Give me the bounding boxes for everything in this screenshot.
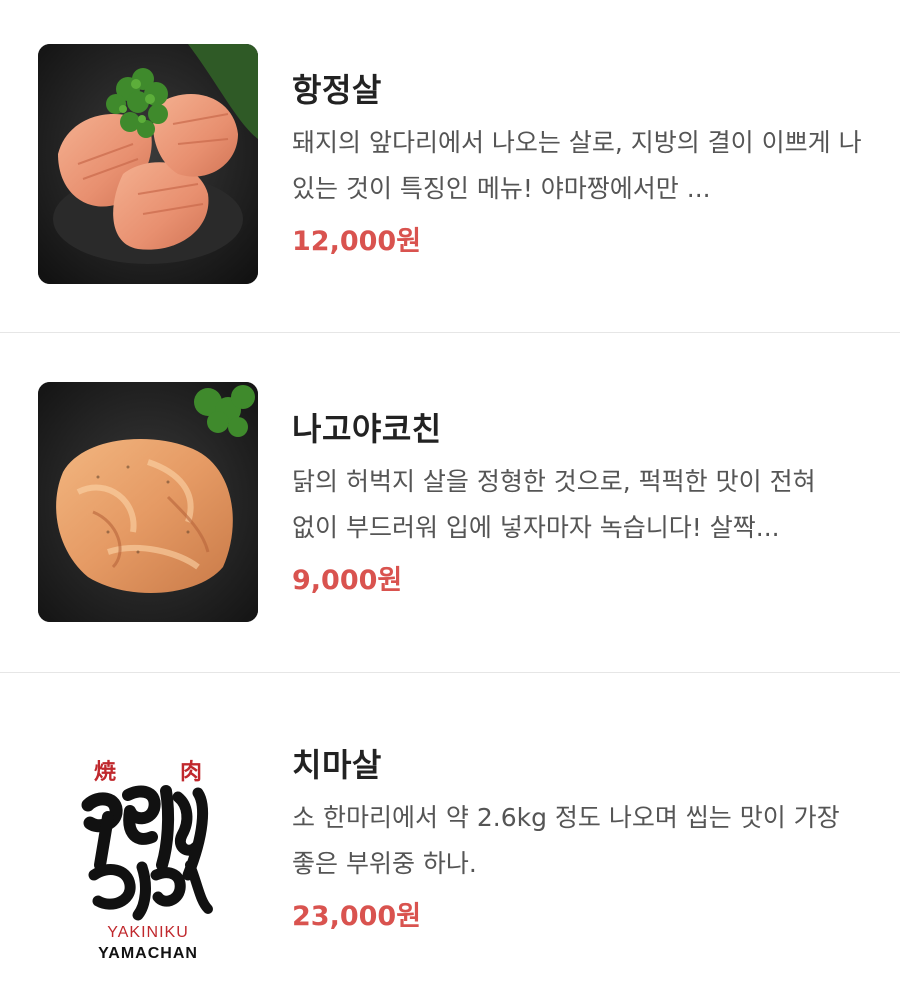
- menu-list: 항정살 돼지의 앞다리에서 나오는 살로, 지방의 결이 이쁘게 나 있는 것이…: [0, 0, 900, 1000]
- yamachan-logo: 焼 肉 YAKINIKU YAMACHAN: [81, 759, 213, 962]
- menu-item-price: 12,000원: [292, 226, 422, 257]
- menu-item-info: 나고야코친 닭의 허벅지 살을 정형한 것으로, 퍽퍽한 맛이 전혀 없이 부드…: [292, 382, 882, 601]
- logo-yamachan-text: YAMACHAN: [98, 945, 198, 962]
- menu-item-description: 돼지의 앞다리에서 나오는 살로, 지방의 결이 이쁘게 나 있는 것이 특징인…: [292, 128, 862, 203]
- logo-kanji-left: 焼: [94, 759, 116, 785]
- menu-item-price: 9,000원: [292, 565, 403, 596]
- logo-yakiniku-text: YAKINIKU: [107, 924, 189, 941]
- menu-item-description: 소 한마리에서 약 2.6kg 정도 나오며 씹는 맛이 가장 좋은 부위중 하…: [292, 803, 840, 878]
- menu-item[interactable]: 항정살 돼지의 앞다리에서 나오는 살로, 지방의 결이 이쁘게 나 있는 것이…: [0, 0, 900, 333]
- menu-item-name: 항정살: [292, 71, 382, 109]
- chicken-thigh-photo: [38, 382, 258, 622]
- logo-kanji-right: 肉: [180, 759, 202, 785]
- menu-item-description: 닭의 허벅지 살을 정형한 것으로, 퍽퍽한 맛이 전혀 없이 부드러워 입에 …: [292, 467, 816, 542]
- menu-item-info: 항정살 돼지의 앞다리에서 나오는 살로, 지방의 결이 이쁘게 나 있는 것이…: [292, 44, 882, 262]
- menu-item-name: 나고야코친: [292, 410, 442, 448]
- menu-item-name: 치마살: [292, 746, 382, 784]
- menu-item-image: 焼 肉 YAKINIKU YAMACHAN: [38, 725, 258, 965]
- menu-item-price: 23,000원: [292, 901, 422, 932]
- logo-brand-script: [81, 785, 213, 921]
- menu-item-image: [38, 382, 258, 622]
- menu-item-image: [38, 44, 258, 284]
- menu-item[interactable]: 焼 肉 YAKINIKU YAMACHAN 치마살 소 한마리에서 약 2.6k…: [0, 673, 900, 1000]
- menu-item-info: 치마살 소 한마리에서 약 2.6kg 정도 나오며 씹는 맛이 가장 좋은 부…: [292, 725, 882, 937]
- menu-item[interactable]: 나고야코친 닭의 허벅지 살을 정형한 것으로, 퍽퍽한 맛이 전혀 없이 부드…: [0, 333, 900, 673]
- pork-jowl-photo: [38, 44, 258, 284]
